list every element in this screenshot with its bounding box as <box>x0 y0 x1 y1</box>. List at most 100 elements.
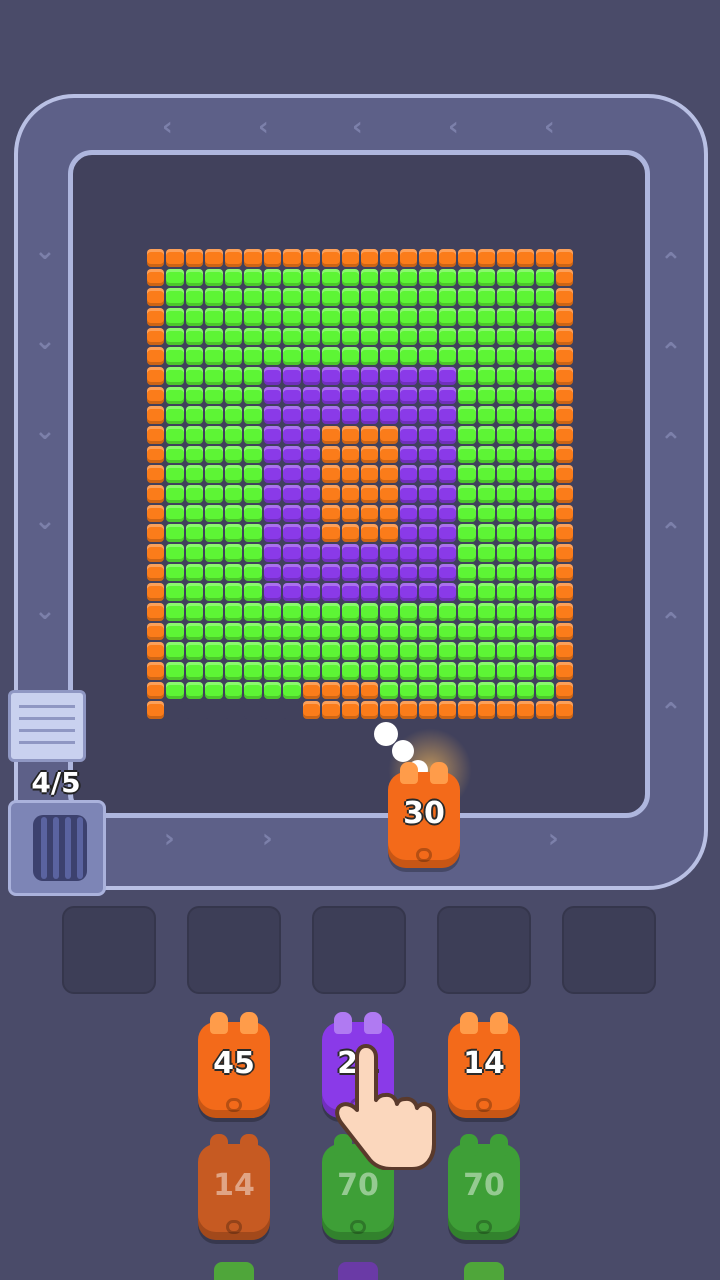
block-purple <box>322 406 340 424</box>
block-orange <box>147 642 165 660</box>
block-green <box>438 662 457 680</box>
block-green <box>244 308 262 326</box>
slot[interactable] <box>62 906 156 994</box>
block-purple <box>399 386 418 405</box>
block-green <box>477 445 496 464</box>
block-green <box>458 288 476 306</box>
slot[interactable] <box>562 906 656 994</box>
block-green <box>185 386 204 405</box>
block-green <box>263 662 282 680</box>
block-orange <box>147 406 165 424</box>
block-green <box>322 662 340 680</box>
queue-shooter: 14 <box>198 1134 270 1240</box>
block-green <box>516 406 535 424</box>
block-purple <box>302 485 321 503</box>
block-green <box>477 327 496 346</box>
block-green <box>497 308 515 326</box>
shooter-count: 14 <box>213 1168 255 1203</box>
block-green <box>497 347 515 365</box>
block-green <box>536 386 554 405</box>
slot[interactable] <box>312 906 406 994</box>
block-green <box>166 445 184 464</box>
block-purple <box>399 465 418 483</box>
block-green <box>322 622 340 641</box>
block-green <box>399 327 418 346</box>
block-green <box>536 426 554 444</box>
block-purple <box>283 406 301 424</box>
block-green <box>205 544 223 562</box>
block-green <box>516 465 535 483</box>
block-orange <box>147 583 165 601</box>
block-orange <box>341 249 359 267</box>
block-green <box>205 426 223 444</box>
block-green <box>263 268 282 287</box>
block-orange <box>438 701 457 719</box>
block-green <box>458 681 476 700</box>
block-green <box>458 642 476 660</box>
block-purple <box>380 563 398 582</box>
block-orange <box>147 622 165 641</box>
block-green <box>380 642 398 660</box>
block-green <box>477 642 496 660</box>
slot[interactable] <box>437 906 531 994</box>
block-orange <box>147 603 165 621</box>
block-purple <box>361 544 379 562</box>
block-orange <box>380 524 398 542</box>
block-green <box>458 465 476 483</box>
block-purple <box>302 504 321 523</box>
block-purple <box>283 386 301 405</box>
block-empty <box>205 701 223 719</box>
block-green <box>477 504 496 523</box>
block-green <box>477 386 496 405</box>
block-orange <box>341 445 359 464</box>
queue-shooter[interactable]: 45 <box>198 1012 270 1118</box>
block-green <box>185 622 204 641</box>
queue-shooter-partial <box>338 1262 378 1280</box>
block-purple <box>302 445 321 464</box>
block-green <box>224 406 243 424</box>
block-orange <box>516 249 535 267</box>
block-green <box>380 603 398 621</box>
queue-shooter: 70 <box>448 1134 520 1240</box>
block-orange <box>555 681 573 700</box>
block-green <box>536 485 554 503</box>
chevron-icon: ⌃ <box>660 608 682 638</box>
block-orange <box>205 249 223 267</box>
block-purple <box>399 426 418 444</box>
queue-shooter[interactable]: 14 <box>448 1012 520 1118</box>
block-green <box>516 445 535 464</box>
block-purple <box>438 406 457 424</box>
block-green <box>244 386 262 405</box>
block-green <box>380 622 398 641</box>
block-green <box>224 465 243 483</box>
block-green <box>166 583 184 601</box>
block-purple <box>263 406 282 424</box>
active-shooter[interactable]: 30 <box>388 762 460 868</box>
block-green <box>185 662 204 680</box>
block-green <box>516 485 535 503</box>
block-green <box>536 445 554 464</box>
block-green <box>497 465 515 483</box>
block-green <box>536 622 554 641</box>
block-purple <box>263 544 282 562</box>
block-orange <box>380 701 398 719</box>
block-orange <box>361 249 379 267</box>
block-green <box>224 268 243 287</box>
block-green <box>244 347 262 365</box>
block-purple <box>283 367 301 385</box>
block-green <box>419 662 437 680</box>
block-purple <box>263 583 282 601</box>
bullet <box>392 740 414 762</box>
chevron-icon: ‹ <box>448 112 459 142</box>
block-green <box>341 288 359 306</box>
block-green <box>458 504 476 523</box>
slot[interactable] <box>187 906 281 994</box>
block-purple <box>361 406 379 424</box>
block-green <box>458 485 476 503</box>
block-green <box>477 367 496 385</box>
block-purple <box>283 426 301 444</box>
block-green <box>497 662 515 680</box>
block-orange <box>555 622 573 641</box>
chevron-icon: › <box>548 824 559 854</box>
block-orange <box>555 504 573 523</box>
